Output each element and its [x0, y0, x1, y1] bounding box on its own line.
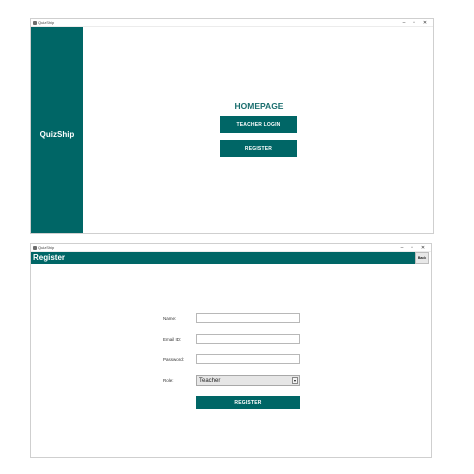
maximize-icon[interactable]: ▫	[407, 244, 417, 252]
email-label: Email ID:	[163, 337, 182, 342]
minimize-icon[interactable]: –	[399, 19, 409, 27]
name-field[interactable]	[196, 313, 300, 323]
window-title: QuizShip	[38, 20, 55, 25]
app-icon	[33, 246, 37, 250]
name-label: Name:	[163, 316, 177, 321]
app-icon	[33, 21, 37, 25]
teacher-login-button[interactable]: TEACHER LOGIN	[220, 116, 297, 133]
close-icon[interactable]: ✕	[418, 244, 428, 252]
page-title: Register	[33, 253, 66, 262]
chevron-down-icon[interactable]: ▼	[292, 377, 298, 384]
close-icon[interactable]: ✕	[420, 19, 430, 27]
password-field[interactable]	[196, 354, 300, 364]
minimize-icon[interactable]: –	[397, 244, 407, 252]
email-field[interactable]	[196, 334, 300, 344]
homepage-window: QuizShip – ▫ ✕ QuizShip HOMEPAGE TEACHER…	[30, 18, 434, 234]
title-bar: QuizShip – ▫ ✕	[31, 19, 433, 27]
role-selected-value: Teacher	[199, 378, 221, 384]
register-window: QuizShip – ▫ ✕ Register Back Name: Email…	[30, 243, 432, 458]
register-button[interactable]: REGISTER	[220, 140, 297, 157]
register-submit-button[interactable]: REGISTER	[196, 396, 300, 409]
sidebar: QuizShip	[31, 27, 83, 233]
password-label: Password:	[163, 357, 185, 362]
header-bar: Register	[31, 252, 415, 264]
title-bar: QuizShip – ▫ ✕	[31, 244, 431, 252]
maximize-icon[interactable]: ▫	[409, 19, 419, 27]
back-button[interactable]: Back	[415, 252, 429, 264]
app-brand: QuizShip	[39, 130, 75, 139]
page-title: HOMEPAGE	[234, 101, 284, 111]
window-title: QuizShip	[38, 245, 55, 250]
role-select[interactable]: Teacher ▼	[196, 375, 300, 386]
role-label: Role:	[163, 378, 174, 383]
